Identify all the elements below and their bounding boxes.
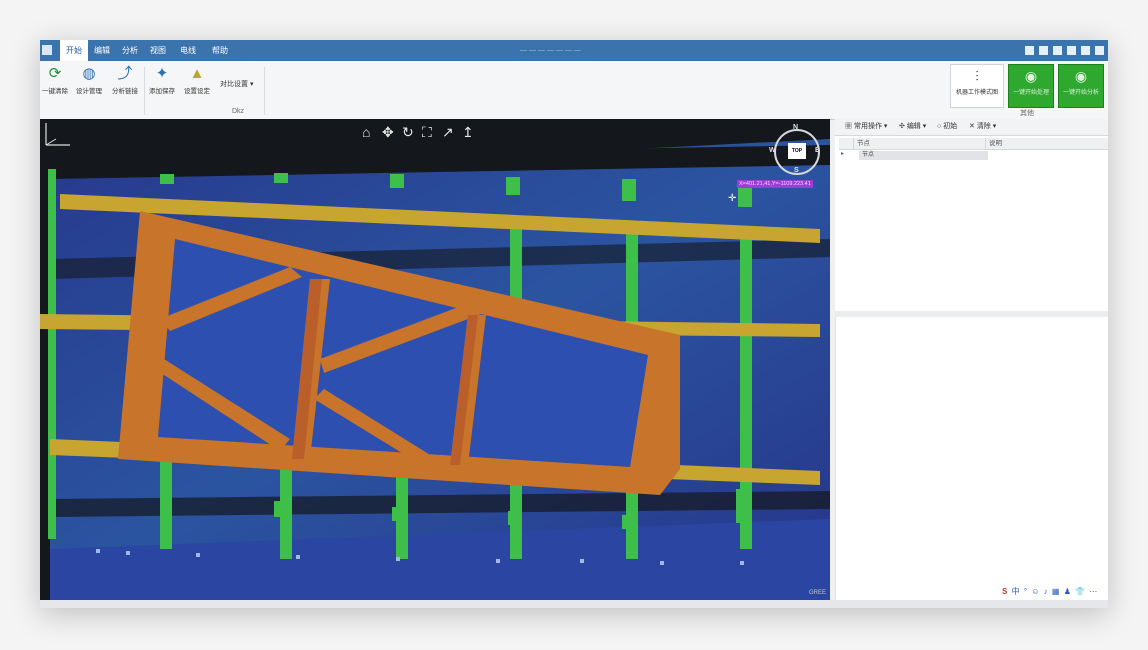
camera-icon: ◉: [1074, 68, 1088, 84]
chart-icon: ▲: [189, 65, 205, 82]
circuit-icon: ⫶: [975, 68, 979, 84]
analysis-link-button[interactable]: ⤴ 分析链接: [108, 65, 142, 95]
setup-button[interactable]: ▲ 设置设定: [180, 65, 214, 95]
skin-icon[interactable]: 👕: [1075, 587, 1085, 596]
design-manage-label: 设计管理: [76, 88, 102, 95]
row-name: 节点: [859, 151, 988, 160]
add-save-label: 添加保存: [149, 88, 175, 95]
status-bar: [40, 600, 1108, 608]
start-analysis-button[interactable]: ◉ 一键开始分析: [1058, 64, 1104, 108]
machine-mode-label: 机器工作模式图: [955, 90, 998, 96]
rotate-icon[interactable]: ↻: [402, 124, 414, 140]
fit-view-icon[interactable]: ⛶: [422, 124, 432, 140]
pin-icon: ✦: [155, 65, 169, 82]
common-ops-label: 常用操作: [853, 123, 882, 130]
compass-west: W: [769, 147, 776, 154]
close-icon[interactable]: [1095, 46, 1104, 55]
coordinate-readout: X=401.21,41,Y=-1109.223.41: [737, 180, 813, 188]
cursor-icon: ✛: [728, 193, 737, 204]
app-window: 开始 编辑 分析 视图 电线 帮助 — — — — — — — ⟳ 一键清除 ◍…: [40, 40, 1108, 608]
start-analysis-label: 一键开始分析: [1062, 90, 1099, 96]
edit-menu-label: 编辑: [906, 123, 921, 130]
tab-wire[interactable]: 电线: [174, 40, 202, 61]
ribbon-separator: [264, 67, 265, 115]
analysis-link-label: 分析链接: [112, 88, 138, 95]
lift-tool-icon[interactable]: ↥: [462, 124, 474, 140]
ime-chinese-icon[interactable]: 中: [1012, 587, 1020, 596]
layout-icon[interactable]: [1039, 46, 1048, 55]
ribbon-group-label: Dkz: [232, 108, 245, 115]
edit-menu[interactable]: ✣ 编辑 ▾: [899, 119, 926, 135]
view-compass[interactable]: TOP N S E W: [769, 124, 820, 175]
tab-edit[interactable]: 编辑: [88, 40, 116, 61]
scale-label: GREE: [808, 590, 826, 596]
system-tray: S 中 ° ☺ ♪ ▦ ♟ 👕 ⋯: [1002, 586, 1099, 598]
tab-help[interactable]: 帮助: [206, 40, 234, 61]
3d-viewport[interactable]: ⌂ ✥ ↻ ⛶ ↗ ↥ TOP N S E W X=401.21,41,Y=-1…: [40, 119, 830, 600]
table-row[interactable]: ▸ 节点: [839, 150, 1108, 161]
start-process-label: 一键开始处理: [1012, 90, 1049, 96]
compass-top-cube[interactable]: TOP: [788, 143, 806, 159]
compass-east: E: [815, 147, 820, 154]
globe-icon: ◍: [82, 65, 96, 82]
settings-icon[interactable]: [1025, 46, 1034, 55]
restore-icon[interactable]: [1067, 46, 1076, 55]
clear-button[interactable]: ✕ 清除 ▾: [969, 119, 996, 135]
detail-pane: [835, 317, 1108, 600]
ribbon-group-label: 其他: [1020, 110, 1034, 117]
model-render: [40, 139, 830, 600]
add-save-button[interactable]: ✦ 添加保存: [146, 65, 178, 95]
machine-mode-button[interactable]: ⫶ 机器工作模式图: [950, 64, 1004, 108]
route-icon: ⤴: [117, 65, 133, 82]
axis-gizmo-icon: [45, 123, 70, 146]
start-process-button[interactable]: ◉ 一键开始处理: [1008, 64, 1054, 108]
user-icon[interactable]: ♟: [1064, 587, 1071, 596]
voice-icon[interactable]: ♪: [1044, 587, 1048, 596]
tab-start[interactable]: 开始: [60, 40, 88, 61]
compare-dropdown-label: 对比设置: [220, 81, 248, 88]
tab-analysis[interactable]: 分析: [116, 40, 144, 61]
camera-icon: ◉: [1024, 68, 1038, 84]
design-manage-button[interactable]: ◍ 设计管理: [72, 65, 106, 95]
column-description[interactable]: 说明: [985, 138, 1108, 149]
menu-bar: 开始 编辑 分析 视图 电线 帮助 — — — — — — —: [40, 40, 1108, 61]
refresh-button[interactable]: ⟳ 一键清除: [40, 65, 70, 95]
home-view-icon[interactable]: ⌂: [362, 124, 370, 140]
window-title: — — — — — — —: [520, 47, 581, 54]
ribbon: ⟳ 一键清除 ◍ 设计管理 ⤴ 分析链接 ✦ 添加保存 ▲ 设置设定 对比设置 …: [40, 61, 1108, 120]
tree-header: 节点 说明: [839, 138, 1108, 150]
emoji-icon[interactable]: ☺: [1031, 587, 1039, 596]
compare-dropdown[interactable]: 对比设置 ▾: [220, 79, 253, 89]
compass-south: S: [794, 167, 799, 174]
properties-panel: ▦ 常用操作 ▾ ✣ 编辑 ▾ ○ 初始 ✕ 清除 ▾ 节点 说明 ▸ 节点: [835, 119, 1108, 600]
refresh-icon: ⟳: [48, 65, 62, 82]
more-icon[interactable]: ⋯: [1089, 587, 1097, 596]
refresh-label: 一键清除: [42, 88, 68, 95]
ime-logo-icon[interactable]: S: [1002, 587, 1007, 596]
expand-icon[interactable]: ▸: [841, 150, 844, 157]
tab-view[interactable]: 视图: [144, 40, 172, 61]
ribbon-separator: [144, 67, 145, 115]
arrow-tool-icon[interactable]: ↗: [442, 124, 454, 140]
compass-north: N: [793, 124, 799, 131]
ime-punct-icon[interactable]: °: [1024, 587, 1027, 596]
panel-toolbar: ▦ 常用操作 ▾ ✣ 编辑 ▾ ○ 初始 ✕ 清除 ▾: [835, 119, 1108, 136]
pan-icon[interactable]: ✥: [382, 124, 394, 140]
setup-label: 设置设定: [184, 88, 210, 95]
minimize-icon[interactable]: [1081, 46, 1090, 55]
init-button[interactable]: ○ 初始: [937, 119, 957, 135]
common-ops-menu[interactable]: ▦ 常用操作 ▾: [845, 119, 887, 135]
clear-label: 清除: [976, 123, 991, 130]
column-node[interactable]: 节点: [853, 138, 983, 149]
help-icon[interactable]: [1053, 46, 1062, 55]
keyboard-icon[interactable]: ▦: [1052, 587, 1060, 596]
app-icon[interactable]: [42, 45, 52, 55]
init-label: 初始: [943, 123, 958, 130]
